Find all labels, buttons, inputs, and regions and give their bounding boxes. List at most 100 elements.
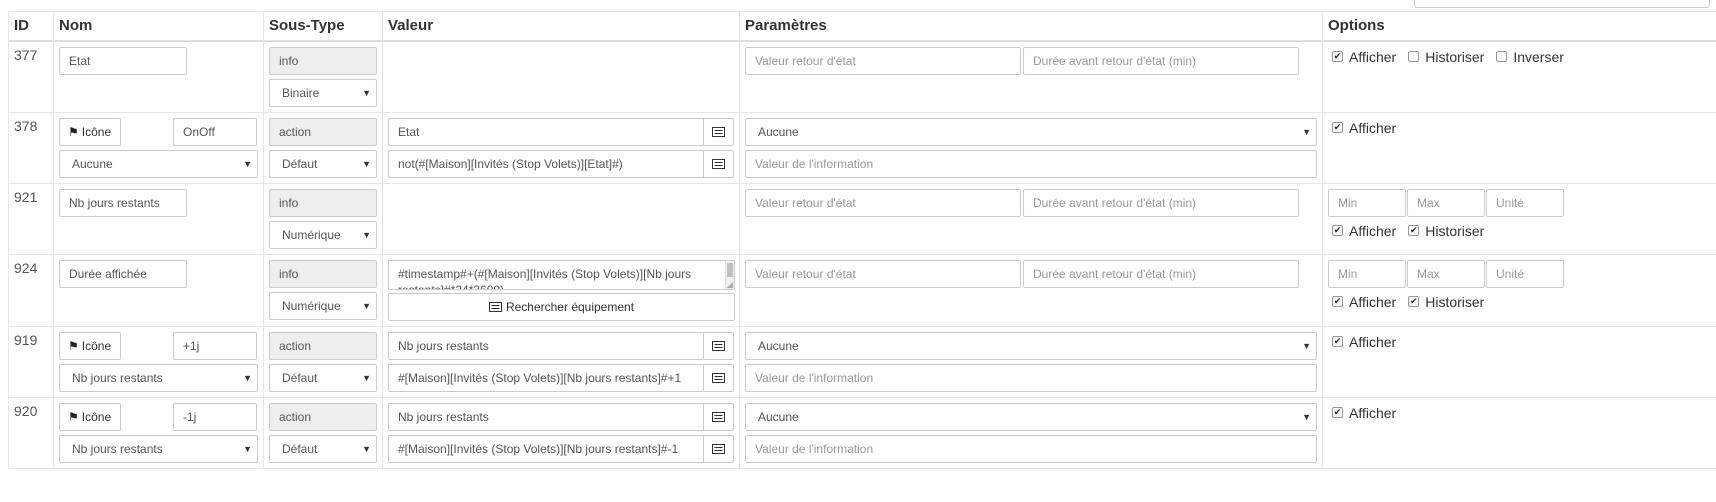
value-input[interactable] [388, 117, 704, 146]
cmd-name-input[interactable] [173, 402, 257, 431]
afficher-checkbox[interactable]: ✔ [1332, 407, 1343, 418]
cmd-subtype-select[interactable]: Numérique ▼ [269, 291, 377, 320]
icon-button[interactable]: ⚑ Icône [59, 331, 121, 360]
list-icon[interactable] [704, 434, 734, 463]
value-formula-input[interactable] [388, 434, 704, 463]
cmd-subtype-select[interactable]: Binaire ▼ [269, 78, 377, 107]
cmd-subtype-select[interactable]: Défaut ▼ [269, 434, 377, 463]
caret-down-icon: ▼ [243, 443, 252, 454]
cmd-subtype-value: Numérique [282, 227, 341, 242]
value-cmd-select[interactable]: Aucune ▼ [59, 149, 258, 178]
afficher-checkbox[interactable]: ✔ [1332, 122, 1343, 133]
list-icon[interactable] [704, 363, 734, 392]
table-row: 920 ⚑Icône Nb jours restants ▼ action Déf… [8, 396, 1716, 469]
historiser-checkbox[interactable] [1408, 51, 1420, 62]
param-select-value: Aucune [758, 409, 799, 424]
afficher-label: Afficher [1349, 404, 1397, 421]
list-icon[interactable] [704, 331, 734, 360]
min-input[interactable] [1328, 259, 1406, 288]
icon-button[interactable]: ⚑ Icône [59, 117, 121, 146]
historiser-checkbox[interactable]: ✔ [1408, 225, 1420, 236]
return-duration-input[interactable] [1023, 188, 1299, 217]
param-select[interactable]: Aucune ▼ [745, 402, 1317, 431]
afficher-label: Afficher [1349, 119, 1397, 136]
value-cmd-select[interactable]: Nb jours restants ▼ [59, 434, 258, 463]
cmd-subtype-select[interactable]: Défaut ▼ [269, 149, 377, 178]
icon-button[interactable]: ⚑ Icône [59, 402, 121, 431]
flag-icon: ⚑ [68, 124, 79, 139]
header-valeur: Valeur [382, 11, 740, 42]
value-cmd-select[interactable]: Nb jours restants ▼ [59, 363, 258, 392]
cmd-name-input[interactable] [59, 46, 187, 75]
cmd-type: info [269, 188, 377, 217]
table-row: 924 info Numérique ▼ #timestamp#+(#[Maiso… [8, 253, 1716, 327]
info-value-input[interactable] [745, 434, 1317, 463]
return-value-input[interactable] [745, 259, 1021, 288]
info-value-input[interactable] [745, 149, 1317, 178]
cmd-type: action [269, 402, 377, 431]
table-row: 378 ⚑Icône Aucune ▼ action Défaut ▼ Aucune… [8, 111, 1716, 184]
afficher-label: Afficher [1349, 333, 1397, 350]
value-input[interactable] [388, 402, 704, 431]
cmd-name-input[interactable] [173, 117, 257, 146]
top-search-input[interactable] [1414, 0, 1710, 8]
list-icon[interactable] [704, 402, 734, 431]
return-duration-input[interactable] [1023, 259, 1299, 288]
max-input[interactable] [1407, 188, 1485, 217]
historiser-checkbox[interactable]: ✔ [1408, 296, 1420, 307]
value-cmd-select-value: Nb jours restants [72, 441, 163, 456]
afficher-checkbox[interactable]: ✔ [1332, 51, 1343, 62]
param-select[interactable]: Aucune ▼ [745, 331, 1317, 360]
caret-down-icon: ▼ [1302, 340, 1311, 351]
cmd-subtype-value: Défaut [282, 370, 318, 385]
list-icon[interactable] [704, 149, 734, 178]
return-duration-input[interactable] [1023, 46, 1299, 75]
value-cmd-select-value: Nb jours restants [72, 370, 163, 385]
cmd-subtype-value: Binaire [282, 85, 320, 100]
afficher-checkbox[interactable]: ✔ [1332, 225, 1343, 236]
afficher-checkbox[interactable]: ✔ [1332, 296, 1343, 307]
cmd-name-input[interactable] [59, 259, 187, 288]
return-value-input[interactable] [745, 188, 1021, 217]
caret-down-icon: ▼ [1302, 126, 1311, 137]
table-row: 921 info Numérique ▼ [8, 182, 1716, 255]
info-value-input[interactable] [745, 363, 1317, 392]
caret-down-icon: ▼ [362, 443, 371, 454]
caret-down-icon: ▼ [243, 372, 252, 383]
value-formula-input[interactable] [388, 363, 704, 392]
value-formula-input[interactable] [388, 149, 704, 178]
cmd-type: info [269, 259, 377, 288]
header-options: Options [1322, 11, 1716, 42]
cmd-subtype-value: Numérique [282, 298, 341, 313]
cmd-id: 924 [8, 253, 54, 327]
commands-table: ID Nom Sous-Type Valeur Paramètres Optio… [8, 11, 1716, 469]
max-input[interactable] [1407, 259, 1485, 288]
value-cmd-select-value: Aucune [72, 156, 113, 171]
search-equipment-button[interactable]: Rechercher équipement [388, 292, 735, 321]
param-select[interactable]: Aucune ▼ [745, 117, 1317, 146]
cmd-type: action [269, 331, 377, 360]
cmd-name-input[interactable] [173, 331, 257, 360]
icon-button-label: Icône [81, 124, 112, 139]
cmd-subtype-select[interactable]: Numérique ▼ [269, 220, 377, 249]
unit-input[interactable] [1486, 188, 1564, 217]
resize-grip-icon[interactable]: ◢ [727, 280, 733, 289]
return-value-input[interactable] [745, 46, 1021, 75]
value-input[interactable] [388, 331, 704, 360]
caret-down-icon: ▼ [362, 158, 371, 169]
cmd-id: 378 [8, 111, 54, 184]
unit-input[interactable] [1486, 259, 1564, 288]
cmd-id: 919 [8, 325, 54, 398]
afficher-checkbox[interactable]: ✔ [1332, 336, 1343, 347]
list-icon [488, 301, 502, 312]
value-textarea[interactable]: #timestamp#+(#[Maison][Invités (Stop Vol… [388, 259, 735, 290]
flag-icon: ⚑ [68, 409, 79, 424]
inverser-checkbox[interactable] [1496, 51, 1508, 62]
min-input[interactable] [1328, 188, 1406, 217]
cmd-subtype-select[interactable]: Défaut ▼ [269, 363, 377, 392]
param-select-value: Aucune [758, 338, 799, 353]
list-icon[interactable] [704, 117, 734, 146]
value-textarea-text: #timestamp#+(#[Maison][Invités (Stop Vol… [398, 266, 692, 290]
cmd-name-input[interactable] [59, 188, 187, 217]
cmd-type: action [269, 117, 377, 146]
